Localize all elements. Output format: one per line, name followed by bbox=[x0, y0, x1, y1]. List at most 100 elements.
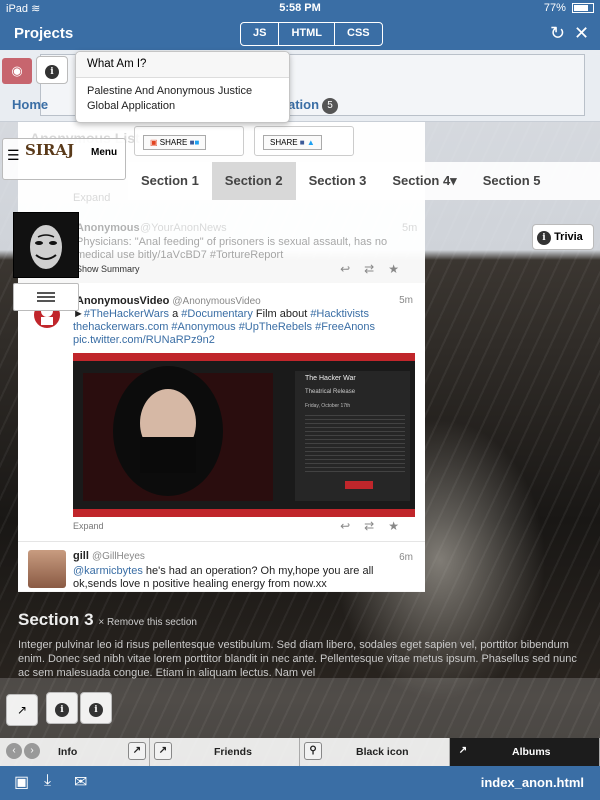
tab-friends-label: Friends bbox=[214, 746, 252, 758]
guy-fawkes-mask-image bbox=[13, 212, 79, 278]
tab-section-2[interactable]: Section 2 bbox=[211, 162, 296, 200]
download-icon[interactable]: ⤓ bbox=[44, 772, 51, 790]
menu-button[interactable]: ☰ SIRAJ Menu bbox=[2, 138, 126, 180]
hashtag-link[interactable]: #Hacktivists bbox=[310, 308, 369, 320]
tab-albums[interactable]: ↗ Albums bbox=[450, 738, 600, 766]
carousel-arrows: ‹ › bbox=[6, 740, 46, 760]
show-summary-link[interactable]: Show Summary bbox=[76, 264, 140, 274]
tab-section-1[interactable]: Section 1 bbox=[128, 162, 212, 200]
media-button bbox=[345, 481, 373, 489]
nav-home-link[interactable]: Home bbox=[12, 97, 48, 112]
tab-info-label: Info bbox=[58, 746, 78, 758]
share-button-1[interactable]: ▣ SHARE ■■ bbox=[143, 135, 207, 150]
section-tabs: Section 1 Section 2 Section 3 Section 4▾… bbox=[128, 162, 600, 200]
what-am-i-popover: What Am I? Palestine And Anonymous Justi… bbox=[75, 51, 290, 123]
tweet-anonymousvideo[interactable]: AnonymousVideo @AnonymousVideo 5m ►#TheH… bbox=[18, 283, 425, 541]
reply-icon[interactable]: ↩ bbox=[340, 519, 364, 533]
chevron-left-icon[interactable]: ‹ bbox=[6, 743, 22, 759]
info-button[interactable]: i bbox=[36, 56, 68, 84]
tweet-handle: @GillHeyes bbox=[91, 551, 145, 562]
section-3-body: Integer pulvinar leo id risus pellentesq… bbox=[18, 639, 577, 679]
app-title: Projects bbox=[14, 25, 74, 42]
tab-section-3[interactable]: Section 3 bbox=[296, 162, 380, 200]
tab-section-4[interactable]: Section 4▾ bbox=[379, 162, 469, 200]
siraj-logo: SIRAJ bbox=[25, 141, 75, 159]
info-button-3[interactable]: i bbox=[80, 692, 112, 724]
avatar bbox=[28, 550, 66, 588]
hamburger-icon: ☰ bbox=[7, 147, 20, 163]
mail-icon[interactable]: ✉ bbox=[74, 772, 87, 792]
menu-label: Menu bbox=[91, 147, 118, 158]
tweet-user: AnonymousVideo @AnonymousVideo bbox=[76, 295, 261, 307]
tweet-time: 5m bbox=[399, 295, 413, 306]
media-title: The Hacker War bbox=[305, 375, 356, 382]
tweet-gill[interactable]: gill @GillHeyes 6m @karmicbytes he's had… bbox=[18, 541, 425, 591]
info-icon: i bbox=[537, 231, 551, 245]
tab-friends[interactable]: ↗ Friends bbox=[150, 738, 300, 766]
eye-icon[interactable]: ◉ bbox=[2, 58, 32, 84]
tab-html[interactable]: HTML bbox=[279, 23, 336, 45]
info-icon: i bbox=[55, 703, 69, 717]
close-icon[interactable]: ✕ bbox=[574, 23, 589, 44]
status-bar: iPad ≋ 5:58 PM 77% bbox=[0, 0, 600, 18]
nav-application-link[interactable]: ation bbox=[288, 97, 319, 112]
battery-icon bbox=[572, 3, 594, 14]
status-time: 5:58 PM bbox=[279, 2, 321, 14]
info-icon: i bbox=[89, 703, 103, 717]
code-segment-control: JS HTML CSS bbox=[240, 22, 383, 46]
trivia-label: Trivia bbox=[554, 231, 583, 243]
tweet-actions: ↩⇄★ bbox=[340, 519, 413, 533]
ghost-text: Physicians: "Anal feeding" of prisoners … bbox=[76, 236, 388, 261]
notification-badge: 5 bbox=[322, 98, 338, 114]
tab-css[interactable]: CSS bbox=[335, 23, 382, 45]
battery-indicator: 77% bbox=[544, 2, 594, 14]
remove-section-link[interactable]: × Remove this section bbox=[98, 617, 197, 628]
hashtag-link[interactable]: #TheHackerWars bbox=[84, 308, 169, 320]
media-body-text bbox=[305, 415, 405, 475]
image-icon[interactable]: ▣ bbox=[14, 772, 29, 792]
reply-icon[interactable]: ↩ bbox=[340, 262, 364, 276]
favorite-icon[interactable]: ★ bbox=[388, 519, 413, 533]
ghost-expand: Expand bbox=[73, 192, 111, 204]
info-button-2[interactable]: i bbox=[46, 692, 78, 724]
trivia-button[interactable]: i Trivia bbox=[532, 224, 594, 250]
battery-fill bbox=[574, 5, 588, 12]
share-widget-1: ▣ SHARE ■■ bbox=[134, 126, 244, 156]
media-subtitle: Theatrical Release bbox=[305, 389, 356, 395]
refresh-icon[interactable]: ↻ bbox=[550, 23, 565, 44]
tweet-text: ►#TheHackerWars a #Documentary Film abou… bbox=[73, 308, 376, 346]
ghost-actions: ↩⇄★ bbox=[340, 262, 413, 276]
tab-black-icon-label: Black icon bbox=[356, 746, 409, 758]
battery-percent: 77% bbox=[543, 2, 566, 14]
share-icon: ↗ bbox=[454, 742, 472, 760]
ghost-handle: @YourAnonNews bbox=[140, 222, 227, 234]
tweet-media-image[interactable]: The Hacker War Theatrical Release Friday… bbox=[73, 353, 415, 517]
tweet-user: gill @GillHeyes bbox=[73, 550, 145, 562]
tweet-links[interactable]: thehackerwars.com #Anonymous #UpTheRebel… bbox=[73, 321, 375, 333]
tweet-time: 6m bbox=[399, 552, 413, 563]
section-3-content: Section 3 × Remove this section Integer … bbox=[18, 610, 588, 680]
expand-link[interactable]: Expand bbox=[73, 521, 104, 531]
info-icon: i bbox=[45, 65, 59, 79]
ghost-user: Anonymous bbox=[76, 222, 140, 234]
chevron-right-icon[interactable]: › bbox=[24, 743, 40, 759]
media-date: Friday, October 17th bbox=[305, 403, 351, 409]
popover-body: Palestine And Anonymous Justice Global A… bbox=[87, 85, 253, 112]
retweet-icon[interactable]: ⇄ bbox=[364, 262, 388, 276]
bottom-tab-bar: Info ↗ ↗ Friends ⚲ Black icon ↗ Albums bbox=[0, 738, 600, 766]
tab-section-5[interactable]: Section 5 bbox=[470, 162, 554, 200]
file-name: index_anon.html bbox=[480, 775, 584, 790]
share-icon: ↗ bbox=[128, 742, 146, 760]
share-button-2[interactable]: SHARE ■ ▲ bbox=[263, 135, 322, 150]
mention-link[interactable]: @karmicbytes bbox=[73, 565, 143, 577]
sidebar-toggle-button[interactable] bbox=[13, 283, 79, 311]
tweet-text: @karmicbytes he's had an operation? Oh m… bbox=[73, 565, 374, 590]
bottom-toolbar: ▣ ⤓ ✉ index_anon.html bbox=[0, 766, 600, 800]
tab-black-icon[interactable]: ⚲ Black icon bbox=[300, 738, 450, 766]
share-icon[interactable]: ↗ bbox=[6, 694, 38, 726]
favorite-icon[interactable]: ★ bbox=[388, 262, 413, 276]
pic-link[interactable]: pic.twitter.com/RUNaRPz9n2 bbox=[73, 334, 215, 346]
retweet-icon[interactable]: ⇄ bbox=[364, 519, 388, 533]
hashtag-link[interactable]: #Documentary bbox=[181, 308, 253, 320]
tab-js[interactable]: JS bbox=[241, 23, 280, 45]
